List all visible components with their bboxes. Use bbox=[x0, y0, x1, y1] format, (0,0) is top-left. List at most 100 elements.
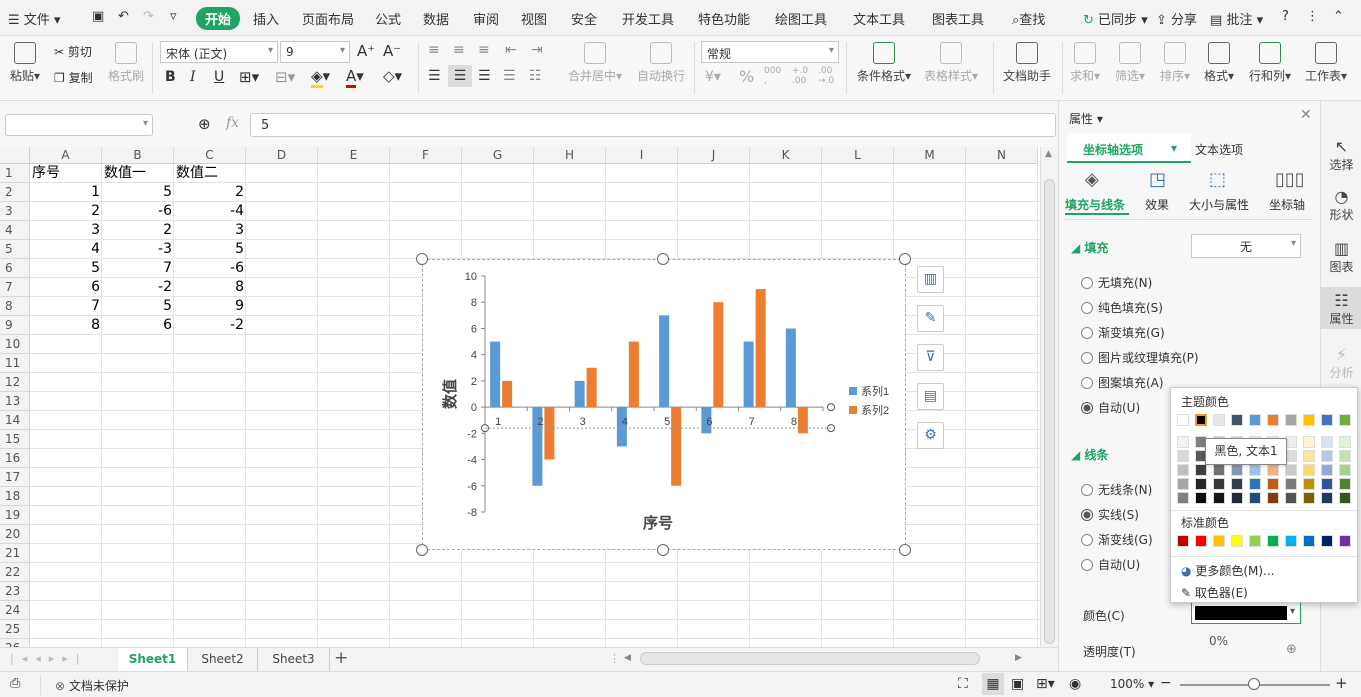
vertical-scroll-thumb[interactable] bbox=[1044, 179, 1055, 644]
zoom-formula-icon[interactable]: ⊕ bbox=[198, 115, 211, 133]
italic-icon[interactable]: I bbox=[190, 69, 196, 85]
format-painter-button[interactable]: 格式刷 bbox=[106, 42, 146, 84]
theme-shade-swatch[interactable] bbox=[1267, 464, 1279, 476]
theme-shade-swatch[interactable] bbox=[1231, 492, 1243, 504]
redo-icon[interactable]: ↷ bbox=[143, 9, 154, 24]
radio-no-fill[interactable]: 无填充(N) bbox=[1081, 274, 1152, 291]
subtab-fill-line[interactable]: ◈ 填充与线条 bbox=[1065, 167, 1129, 215]
eye-protect-icon[interactable]: ⛶ bbox=[958, 676, 968, 692]
theme-color-swatch[interactable] bbox=[1303, 414, 1315, 426]
font-size-select[interactable]: 9 bbox=[280, 41, 350, 63]
theme-shade-swatch[interactable] bbox=[1177, 450, 1189, 462]
tab-view[interactable]: 视图 bbox=[521, 9, 547, 28]
theme-shade-swatch[interactable] bbox=[1231, 464, 1243, 476]
theme-shade-swatch[interactable] bbox=[1303, 492, 1315, 504]
cell-A9[interactable]: 8 bbox=[32, 316, 100, 335]
row-header-23[interactable]: 23 bbox=[0, 582, 30, 601]
standard-color-swatch[interactable] bbox=[1285, 535, 1297, 547]
theme-shade-swatch[interactable] bbox=[1321, 436, 1333, 448]
cell-A1[interactable]: 序号 bbox=[32, 164, 100, 183]
row-header-16[interactable]: 16 bbox=[0, 449, 30, 468]
sheet-nav-arrows-icon[interactable]: |◂◂▸▸| bbox=[10, 652, 88, 665]
fill-preset-select[interactable]: 无 bbox=[1191, 234, 1301, 258]
theme-shade-swatch[interactable] bbox=[1339, 492, 1351, 504]
radio-picture-fill[interactable]: 图片或纹理填充(P) bbox=[1081, 349, 1199, 366]
currency-icon[interactable]: ¥▾ bbox=[705, 69, 721, 85]
auto-wrap-button[interactable]: 自动换行 bbox=[634, 42, 688, 84]
increase-decimal-icon[interactable]: +.0.00 bbox=[792, 66, 808, 86]
decrease-decimal-icon[interactable]: .00 →.0 bbox=[818, 66, 834, 86]
bold-icon[interactable]: B bbox=[165, 69, 176, 85]
reading-mode-icon[interactable]: ◉ bbox=[1069, 676, 1081, 692]
theme-shade-swatch[interactable] bbox=[1285, 478, 1297, 490]
cell-A7[interactable]: 6 bbox=[32, 278, 100, 297]
column-header-D[interactable]: D bbox=[246, 147, 318, 164]
cell-C9[interactable]: -2 bbox=[176, 316, 244, 335]
align-middle-icon[interactable]: ≡ bbox=[453, 42, 465, 58]
row-header-11[interactable]: 11 bbox=[0, 354, 30, 373]
resize-handle-top-left[interactable] bbox=[416, 253, 428, 265]
cell-B3[interactable]: -6 bbox=[104, 202, 172, 221]
row-header-3[interactable]: 3 bbox=[0, 202, 30, 221]
more-options-icon[interactable]: ⋮ bbox=[1306, 9, 1319, 24]
file-menu[interactable]: ☰ 文件 ▾ bbox=[8, 9, 60, 28]
theme-shade-swatch[interactable] bbox=[1213, 492, 1225, 504]
find-button[interactable]: ⌕查找 bbox=[1012, 9, 1045, 28]
tab-special[interactable]: 特色功能 bbox=[698, 9, 750, 28]
horizontal-scroll-thumb[interactable] bbox=[640, 652, 980, 665]
theme-shade-swatch[interactable] bbox=[1177, 436, 1189, 448]
radio-auto-line[interactable]: 自动(U) bbox=[1081, 556, 1140, 573]
align-bottom-icon[interactable]: ≡ bbox=[478, 42, 490, 58]
chart-filter-icon[interactable]: ⊽ bbox=[917, 344, 944, 371]
scroll-right-icon[interactable]: ▶ bbox=[1015, 653, 1022, 663]
share-button[interactable]: ⇪ 分享 bbox=[1156, 9, 1197, 28]
column-header-K[interactable]: K bbox=[750, 147, 822, 164]
theme-shade-swatch[interactable] bbox=[1321, 450, 1333, 462]
zoom-slider-thumb[interactable] bbox=[1248, 678, 1260, 690]
standard-color-swatch[interactable] bbox=[1231, 535, 1243, 547]
tab-data[interactable]: 数据 bbox=[423, 9, 449, 28]
cell-B6[interactable]: 7 bbox=[104, 259, 172, 278]
chart-object[interactable]: 10 8 6 4 2 0 -2 -4 -6 -8 1 2 3 4 5 6 7 8 数值 序号 系列1 系列2 bbox=[422, 259, 906, 550]
cell-B5[interactable]: -3 bbox=[104, 240, 172, 259]
subtab-size-properties[interactable]: ⬚ 大小与属性 bbox=[1187, 167, 1251, 215]
scroll-up-icon[interactable]: ▲ bbox=[1045, 149, 1052, 159]
radio-gradient-fill[interactable]: 渐变填充(G) bbox=[1081, 324, 1165, 341]
theme-color-swatch[interactable] bbox=[1249, 414, 1261, 426]
row-header-19[interactable]: 19 bbox=[0, 506, 30, 525]
row-header-2[interactable]: 2 bbox=[0, 183, 30, 202]
theme-shade-swatch[interactable] bbox=[1249, 478, 1261, 490]
row-header-12[interactable]: 12 bbox=[0, 373, 30, 392]
row-header-24[interactable]: 24 bbox=[0, 601, 30, 620]
sheet-tab-1[interactable]: Sheet1 bbox=[118, 648, 188, 671]
align-top-icon[interactable]: ≡ bbox=[428, 42, 440, 58]
fill-color-icon[interactable]: ◈▾ bbox=[311, 67, 330, 88]
row-header-21[interactable]: 21 bbox=[0, 544, 30, 563]
theme-shade-swatch[interactable] bbox=[1177, 478, 1189, 490]
sort-button[interactable]: 排序▾ bbox=[1157, 42, 1193, 84]
row-header-25[interactable]: 25 bbox=[0, 620, 30, 639]
theme-shade-swatch[interactable] bbox=[1213, 464, 1225, 476]
theme-shade-swatch[interactable] bbox=[1249, 492, 1261, 504]
dock-chart[interactable]: ▥ 图表 bbox=[1321, 239, 1361, 275]
row-header-10[interactable]: 10 bbox=[0, 335, 30, 354]
cell-A4[interactable]: 3 bbox=[32, 221, 100, 240]
document-protect-status[interactable]: ⊗ 文档未保护 bbox=[55, 677, 129, 694]
close-panel-icon[interactable]: ✕ bbox=[1300, 107, 1312, 123]
row-header-13[interactable]: 13 bbox=[0, 392, 30, 411]
sheet-tab-3[interactable]: Sheet3 bbox=[258, 648, 330, 671]
page-layout-view-icon[interactable]: ▣ bbox=[1011, 676, 1024, 692]
resize-handle-top[interactable] bbox=[657, 253, 669, 265]
transparency-increase-icon[interactable]: ⊕ bbox=[1286, 642, 1297, 657]
font-name-select[interactable]: 宋体 (正文) bbox=[160, 41, 278, 63]
cell-style-icon[interactable]: ⊟▾ bbox=[275, 68, 295, 86]
radio-pattern-fill[interactable]: 图案填充(A) bbox=[1081, 374, 1164, 391]
chart-elements-icon[interactable]: ▥ bbox=[917, 266, 944, 293]
theme-shade-swatch[interactable] bbox=[1267, 478, 1279, 490]
paste-button[interactable]: 粘贴▾ bbox=[8, 42, 42, 84]
thousands-separator-icon[interactable]: 000, bbox=[764, 66, 781, 86]
cell-A6[interactable]: 5 bbox=[32, 259, 100, 278]
resize-handle-top-right[interactable] bbox=[899, 253, 911, 265]
quick-access-dropdown-icon[interactable]: ▿ bbox=[170, 9, 177, 24]
increase-font-icon[interactable]: A⁺ bbox=[357, 42, 375, 60]
